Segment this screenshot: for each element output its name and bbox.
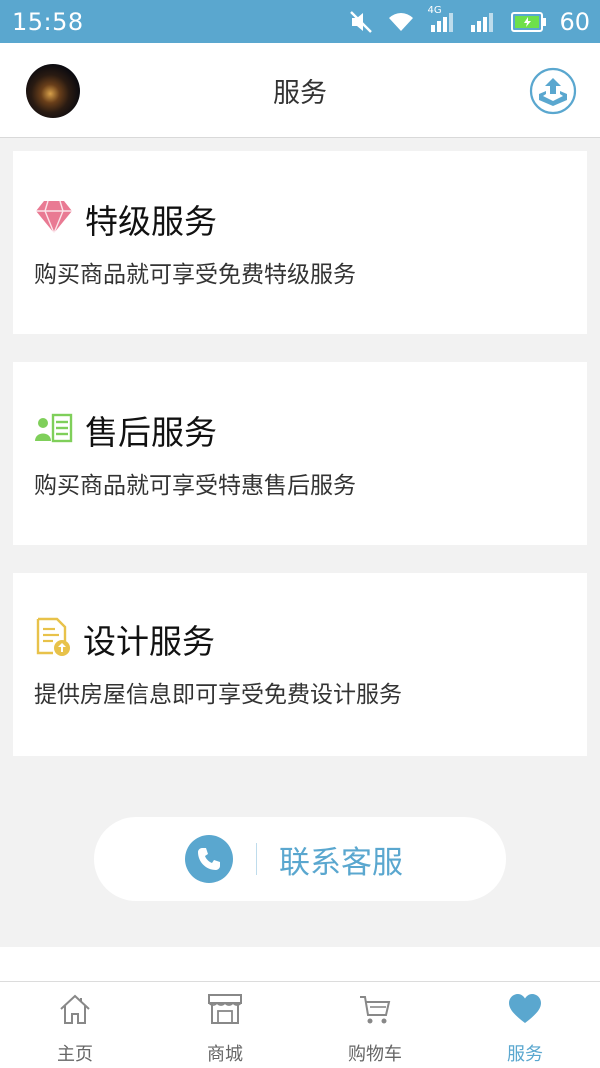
service-title: 设计服务 [83,622,215,661]
service-description: 购买商品就可享受特惠售后服务 [34,473,356,499]
status-time: 15:58 [12,7,84,36]
tab-label: 服务 [507,1044,543,1065]
service-card-premium[interactable]: 特级服务 购买商品就可享受免费特级服务 [13,151,587,334]
diamond-icon [35,199,73,239]
tab-home[interactable]: 主页 [25,992,125,1065]
service-description: 提供房屋信息即可享受免费设计服务 [34,682,402,708]
cell-signal-icon [469,11,499,33]
contact-card-icon [35,413,73,447]
bottom-tab-bar: 主页 商城 购物车 服务 [0,981,600,1068]
service-card-after-sales[interactable]: 售后服务 购买商品就可享受特惠售后服务 [13,362,587,545]
battery-icon [511,11,547,33]
cell-4g-icon: 4G [427,5,457,33]
service-card-design[interactable]: 设计服务 提供房屋信息即可享受免费设计服务 [13,573,587,756]
battery-percent: 60 [559,7,590,36]
document-upload-icon [35,617,71,661]
heart-icon [475,992,575,1026]
cart-icon [325,992,425,1026]
service-title: 售后服务 [85,413,217,452]
phone-icon [185,835,233,883]
page-title: 服务 [273,78,327,109]
contact-support-label: 联系客服 [279,844,403,881]
status-bar: 15:58 4G 60 [0,0,600,43]
upload-button[interactable] [529,67,577,115]
tab-label: 商城 [207,1044,243,1065]
tab-label: 主页 [57,1044,93,1065]
mute-icon [349,10,375,34]
service-description: 购买商品就可享受免费特级服务 [34,262,356,288]
status-icons: 4G 60 [349,5,590,36]
bottom-spacer [0,947,600,981]
store-icon [175,992,275,1026]
home-icon [25,992,125,1026]
tab-cart[interactable]: 购物车 [325,992,425,1065]
tab-label: 购物车 [348,1044,402,1065]
service-title: 特级服务 [85,202,217,241]
tab-service[interactable]: 服务 [475,992,575,1065]
tab-store[interactable]: 商城 [175,992,275,1065]
app-header: 服务 [0,43,600,138]
upload-icon [529,67,577,115]
wifi-icon [387,11,415,33]
network-type: 4G [427,4,442,16]
contact-support-button[interactable]: 联系客服 [94,817,506,901]
divider [256,843,257,875]
